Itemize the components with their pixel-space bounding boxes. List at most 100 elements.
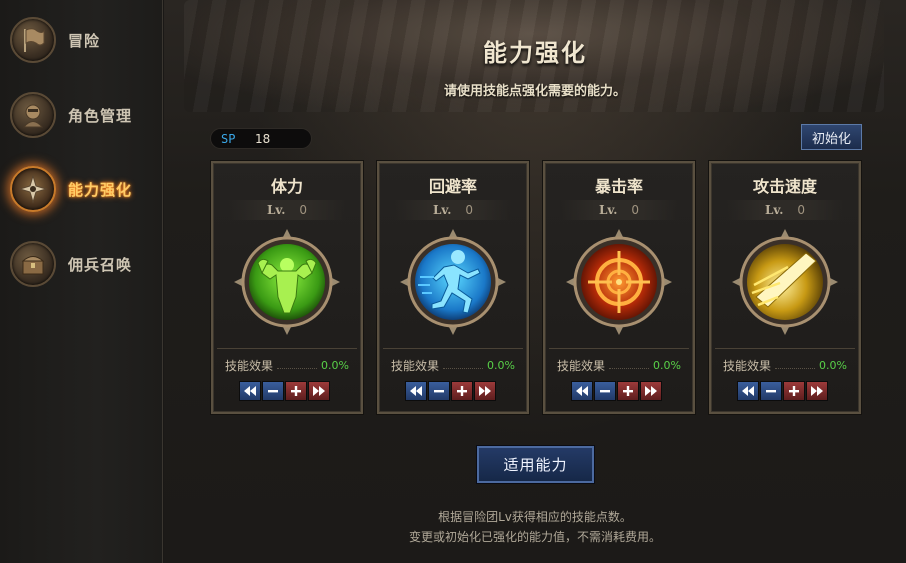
- level-controls: [737, 381, 828, 401]
- footer-note-line2: 变更或初始化已强化的能力值，不需消耗费用。: [408, 530, 661, 544]
- max-level-button[interactable]: [474, 381, 496, 401]
- minus-icon: [434, 390, 444, 393]
- effect-value: 0.0%: [819, 358, 847, 372]
- sidebar-item-label: 能力强化: [68, 180, 133, 199]
- sword-slash-icon: [730, 227, 840, 337]
- decrease-button[interactable]: [428, 381, 450, 401]
- effect-row: 技能效果 0.0%: [391, 357, 515, 373]
- footer-note-line1: 根据冒险团Lv获得相应的技能点数。: [438, 510, 632, 524]
- dotted-leader: [609, 361, 650, 369]
- increase-button[interactable]: [285, 381, 307, 401]
- minus-icon: [268, 390, 278, 393]
- level-controls: [239, 381, 330, 401]
- level-label: Lv.: [266, 203, 286, 217]
- ability-card-evasion: 回避率 Lv. 0 技能效果 0.0%: [377, 161, 529, 414]
- ability-card-stamina: 体力 Lv. 0 技能效果 0.0%: [211, 161, 363, 414]
- reset-button[interactable]: 初始化: [801, 124, 862, 150]
- character-icon: [10, 92, 56, 138]
- ability-name: 暴击率: [594, 177, 643, 196]
- level-row: Lv. 0: [559, 200, 679, 220]
- plus-icon: [623, 386, 633, 396]
- plus-icon: [789, 386, 799, 396]
- divider: [715, 348, 855, 349]
- effect-label: 技能效果: [557, 358, 606, 373]
- ability-name: 攻击速度: [752, 177, 817, 196]
- effect-label: 技能效果: [391, 358, 440, 373]
- crosshair-icon: [564, 227, 674, 337]
- level-controls: [571, 381, 662, 401]
- sidebar-item-adventure[interactable]: 冒险: [10, 12, 160, 68]
- double-right-icon: [811, 386, 823, 396]
- divider: [383, 348, 523, 349]
- sidebar-item-mercenary-summon[interactable]: 佣兵召唤: [10, 236, 160, 292]
- increase-button[interactable]: [783, 381, 805, 401]
- sp-value: 18: [255, 131, 271, 146]
- level-row: Lv. 0: [393, 200, 513, 220]
- level-value: 0: [465, 203, 474, 217]
- effect-label: 技能效果: [723, 358, 772, 373]
- effect-row: 技能效果 0.0%: [225, 357, 349, 373]
- level-value: 0: [299, 203, 308, 217]
- runner-icon: [398, 227, 508, 337]
- decrease-button[interactable]: [594, 381, 616, 401]
- double-right-icon: [313, 386, 325, 396]
- ability-card-critical: 暴击率 Lv. 0 技能效果 0.0%: [543, 161, 695, 414]
- divider: [217, 348, 357, 349]
- sidebar-item-character-management[interactable]: 角色管理: [10, 87, 160, 143]
- max-level-button[interactable]: [640, 381, 662, 401]
- effect-value: 0.0%: [653, 358, 681, 372]
- sidebar-item-label: 佣兵召唤: [68, 255, 133, 274]
- plus-icon: [291, 386, 301, 396]
- effect-row: 技能效果 0.0%: [557, 357, 681, 373]
- sidebar-item-ability-enhance[interactable]: 能力强化: [10, 161, 160, 217]
- page-subtitle: 请使用技能点强化需要的能力。: [443, 84, 626, 99]
- flag-icon: [10, 17, 56, 63]
- ability-name: 回避率: [428, 177, 477, 196]
- effect-value: 0.0%: [321, 358, 349, 372]
- level-value: 0: [797, 203, 806, 217]
- double-left-icon: [244, 386, 256, 396]
- double-left-icon: [576, 386, 588, 396]
- level-row: Lv. 0: [227, 200, 347, 220]
- decrease-button[interactable]: [262, 381, 284, 401]
- max-level-button[interactable]: [308, 381, 330, 401]
- max-level-button[interactable]: [806, 381, 828, 401]
- apply-button[interactable]: 适用能力: [477, 446, 594, 483]
- level-label: Lv.: [764, 203, 784, 217]
- minus-icon: [600, 390, 610, 393]
- effect-label: 技能效果: [225, 358, 274, 373]
- double-left-icon: [742, 386, 754, 396]
- min-level-button[interactable]: [737, 381, 759, 401]
- double-right-icon: [479, 386, 491, 396]
- chest-icon: [10, 241, 56, 287]
- level-value: 0: [631, 203, 640, 217]
- sp-counter: SP 18: [210, 128, 312, 149]
- increase-button[interactable]: [451, 381, 473, 401]
- effect-value: 0.0%: [487, 358, 515, 372]
- ability-name: 体力: [270, 177, 303, 196]
- ability-card-attack-speed: 攻击速度 Lv. 0 技能效果 0.0%: [709, 161, 861, 414]
- sp-label: SP: [221, 131, 236, 146]
- sidebar-item-label: 角色管理: [68, 106, 133, 125]
- dotted-leader: [277, 361, 318, 369]
- increase-button[interactable]: [617, 381, 639, 401]
- min-level-button[interactable]: [571, 381, 593, 401]
- divider: [549, 348, 689, 349]
- plus-icon: [457, 386, 467, 396]
- level-label: Lv.: [432, 203, 452, 217]
- page-title: 能力强化: [483, 38, 587, 67]
- effect-row: 技能效果 0.0%: [723, 357, 847, 373]
- main-panel: 能力强化 请使用技能点强化需要的能力。 SP 18 初始化 体力 Lv. 0 技能…: [164, 0, 906, 563]
- min-level-button[interactable]: [239, 381, 261, 401]
- dotted-leader: [443, 361, 484, 369]
- decrease-button[interactable]: [760, 381, 782, 401]
- double-right-icon: [645, 386, 657, 396]
- sidebar: 冒险 角色管理 能力强化 佣兵召唤: [0, 0, 163, 563]
- double-left-icon: [410, 386, 422, 396]
- sidebar-item-label: 冒险: [68, 31, 101, 50]
- dotted-leader: [775, 361, 816, 369]
- muscle-icon: [232, 227, 342, 337]
- min-level-button[interactable]: [405, 381, 427, 401]
- level-controls: [405, 381, 496, 401]
- level-row: Lv. 0: [725, 200, 845, 220]
